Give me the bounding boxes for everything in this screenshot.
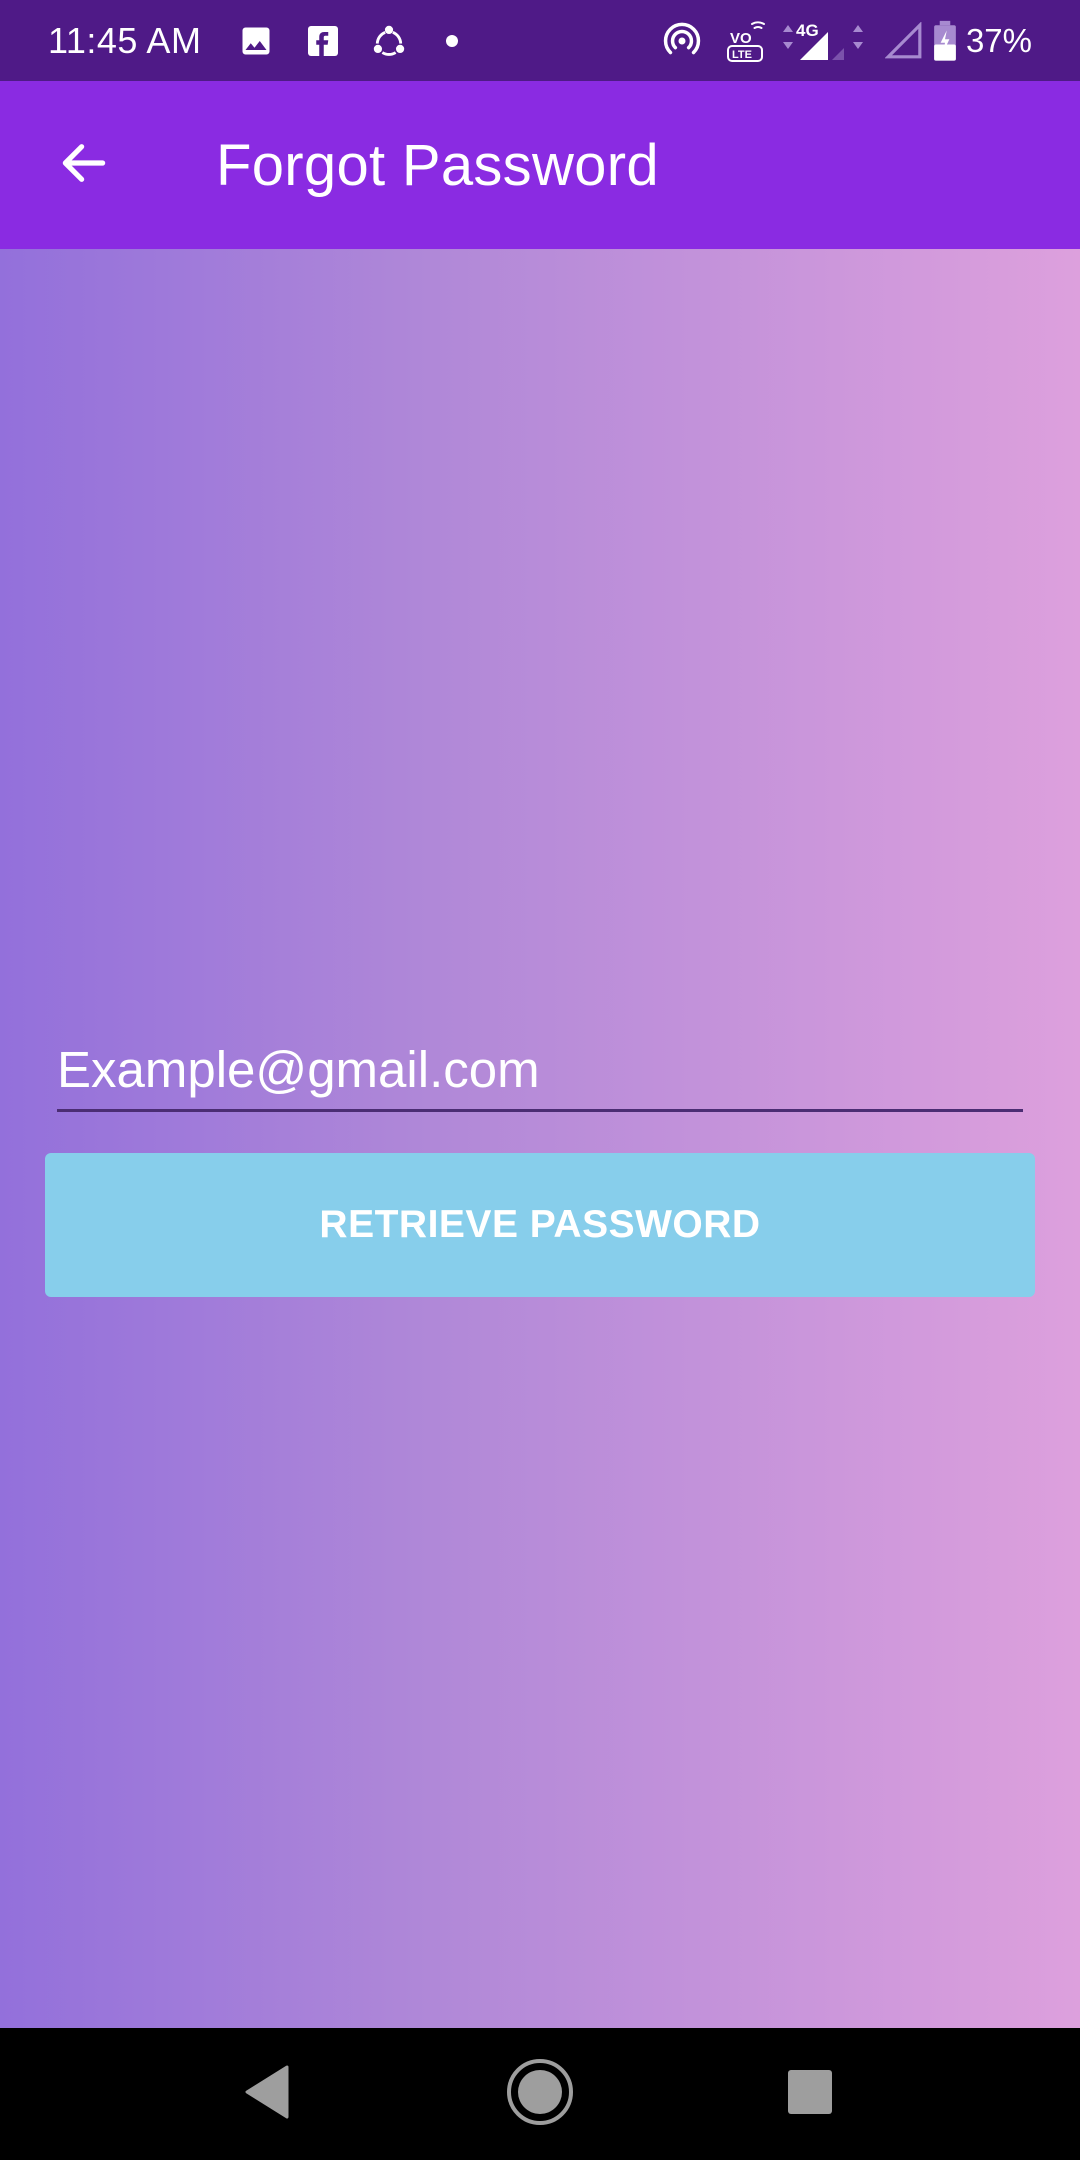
back-triangle-icon	[243, 2065, 291, 2124]
battery-percent: 37%	[965, 22, 1032, 59]
nav-back-button[interactable]	[231, 2058, 303, 2130]
nav-home-button[interactable]	[504, 2058, 576, 2130]
hotspot-icon	[660, 18, 704, 64]
share-icon	[369, 18, 409, 64]
forgot-password-form: RETRIEVE PASSWORD	[0, 249, 1080, 2028]
status-time: 11:45 AM	[48, 20, 202, 61]
recents-square-icon	[786, 2068, 834, 2121]
app-bar: Forgot Password	[0, 81, 1080, 249]
signal-empty-icon	[884, 18, 924, 64]
nav-recents-button[interactable]	[774, 2058, 846, 2130]
facebook-icon	[303, 18, 343, 64]
retrieve-password-button[interactable]: RETRIEVE PASSWORD	[45, 1153, 1035, 1297]
email-field[interactable]	[57, 1029, 1023, 1112]
back-button[interactable]	[42, 123, 126, 207]
volte-bottom-text: LTE	[732, 49, 752, 61]
navigation-bar	[0, 2028, 1080, 2160]
network-label: 4G	[796, 21, 819, 40]
battery-icon	[930, 18, 960, 64]
signal-4g-icon: 4G	[780, 18, 872, 64]
volte-icon: VO LTE	[726, 18, 772, 64]
notification-dot-icon	[440, 18, 464, 64]
image-icon	[236, 18, 276, 64]
arrow-back-icon	[56, 135, 112, 196]
volte-top-text: VO	[730, 30, 752, 47]
page-title: Forgot Password	[216, 133, 659, 198]
status-bar: 11:45 AM VO LTE 4G 37%	[0, 0, 1080, 81]
home-circle-icon	[505, 2057, 575, 2132]
